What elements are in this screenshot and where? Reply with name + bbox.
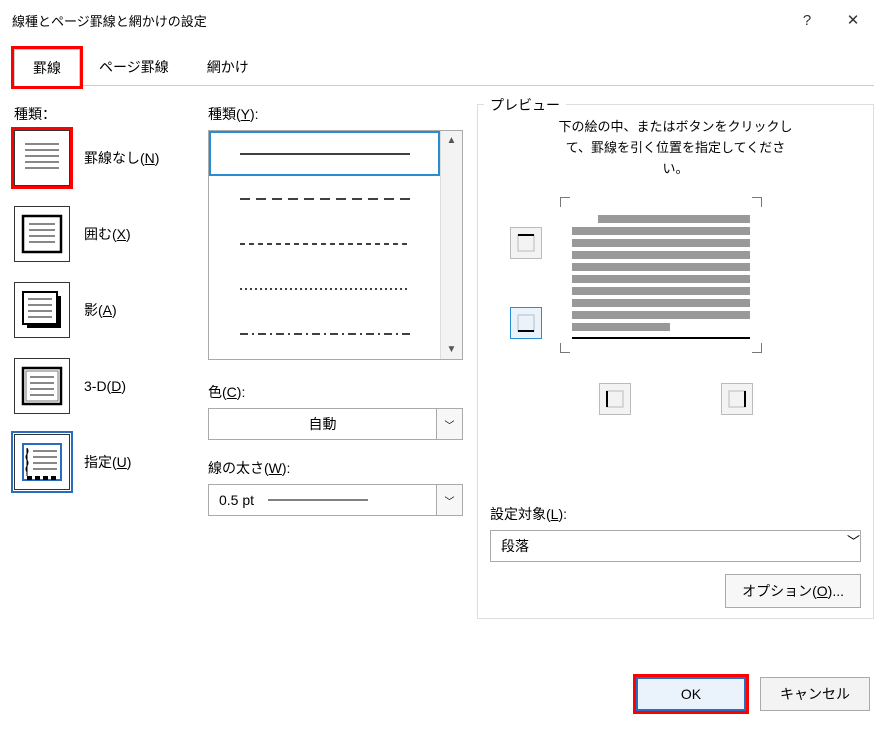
setting-none-icon [14,130,70,186]
preview-legend: プレビュー [484,95,566,115]
preview-side-buttons [510,227,542,339]
apply-to-label: 設定対象(L): [490,504,861,524]
setting-shadow-label: 影(A) [84,300,117,320]
style-dash-short[interactable] [209,221,440,266]
content-area: 種類： 罫線なし(N) 囲む(X) [0,86,888,639]
width-value: 0.5 pt [209,485,436,515]
apply-to-section: 設定対象(L): 段落 ﹀ [490,504,861,562]
style-items [209,131,440,359]
corner-bl-icon [560,343,570,353]
style-listbox[interactable]: ▲ ▼ [208,130,463,360]
setting-column: 種類： 罫線なし(N) 囲む(X) [14,104,194,619]
preview-document[interactable] [572,207,750,343]
color-dropdown-arrow-icon[interactable]: ﹀ [436,409,462,439]
setting-box-icon [14,206,70,262]
setting-custom[interactable]: 指定(U) [14,434,194,490]
help-button[interactable]: ? [784,0,830,40]
style-dotted[interactable] [209,266,440,311]
width-dropdown-arrow-icon[interactable]: ﹀ [436,485,462,515]
setting-3d-label: 3-D(D) [84,378,126,394]
close-button[interactable]: ✕ [830,0,876,40]
style-label: 種類(Y): [208,104,463,124]
setting-list: 罫線なし(N) 囲む(X) 影(A) [14,130,194,490]
color-dropdown[interactable]: 自動 ﹀ [208,408,463,440]
apply-to-value: 段落 [491,531,847,561]
corner-br-icon [752,343,762,353]
corner-tl-icon [560,197,570,207]
preview-fieldset: プレビュー 下の絵の中、またはボタンをクリックし て、罫線を引く位置を指定してく… [477,104,874,619]
dialog-title: 線種とページ罫線と網かけの設定 [12,11,784,30]
preview-document-wrap [560,197,762,353]
style-solid[interactable] [209,131,440,176]
border-left-button[interactable] [599,383,631,415]
setting-shadow[interactable]: 影(A) [14,282,194,338]
setting-label: 種類： [14,104,194,124]
setting-box-label: 囲む(X) [84,224,131,244]
preview-hint: 下の絵の中、またはボタンをクリックし て、罫線を引く位置を指定してくださ い。 [490,117,861,179]
border-top-button[interactable] [510,227,542,259]
style-scrollbar[interactable]: ▲ ▼ [440,131,462,359]
border-right-button[interactable] [721,383,753,415]
apply-to-arrow-icon[interactable]: ﹀ [847,531,860,561]
color-value: 自動 [209,409,436,439]
setting-shadow-icon [14,282,70,338]
tab-bar: 罫線 ページ罫線 網かけ [14,48,874,86]
style-dash-long[interactable] [209,176,440,221]
scroll-up-icon[interactable]: ▲ [447,135,457,146]
setting-box[interactable]: 囲む(X) [14,206,194,262]
scroll-down-icon[interactable]: ▼ [447,344,457,355]
style-dash-dot[interactable] [209,311,440,356]
setting-custom-icon [14,434,70,490]
setting-none-label: 罫線なし(N) [84,148,159,168]
tab-page-borders[interactable]: ページ罫線 [80,48,188,85]
tab-shading[interactable]: 網かけ [188,48,268,85]
titlebar: 線種とページ罫線と網かけの設定 ? ✕ [0,0,888,40]
tab-borders[interactable]: 罫線 [14,49,80,86]
preview-area [490,197,861,353]
setting-3d-icon [14,358,70,414]
cancel-button[interactable]: キャンセル [760,677,870,711]
color-label: 色(C): [208,382,463,402]
width-dropdown[interactable]: 0.5 pt ﹀ [208,484,463,516]
ok-button[interactable]: OK [636,677,746,711]
style-column: 種類(Y): ▲ [208,104,463,619]
setting-none[interactable]: 罫線なし(N) [14,130,194,186]
options-button[interactable]: オプション(O)... [725,574,861,608]
border-bottom-button[interactable] [510,307,542,339]
preview-bottom-buttons [490,383,861,415]
width-label: 線の太さ(W): [208,458,463,478]
setting-3d[interactable]: 3-D(D) [14,358,194,414]
setting-custom-label: 指定(U) [84,452,131,472]
corner-tr-icon [752,197,762,207]
dialog-footer: OK キャンセル [636,677,870,711]
preview-column: プレビュー 下の絵の中、またはボタンをクリックし て、罫線を引く位置を指定してく… [477,104,874,619]
apply-to-dropdown[interactable]: 段落 ﹀ [490,530,861,562]
